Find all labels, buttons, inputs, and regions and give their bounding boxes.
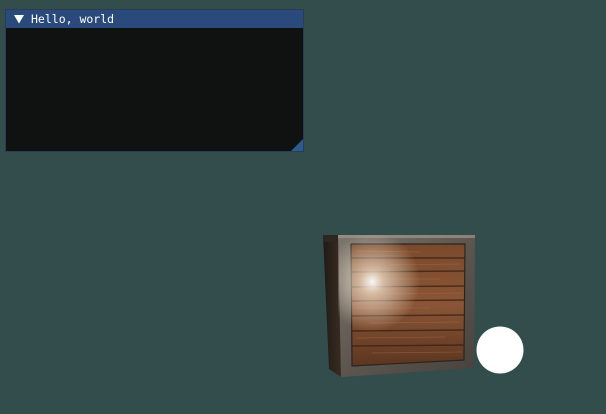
imgui-window[interactable]: Hello, world bbox=[5, 9, 304, 152]
light-sphere bbox=[476, 326, 524, 374]
window-title-bar[interactable]: Hello, world bbox=[6, 10, 303, 28]
crate-specular-highlight bbox=[338, 235, 475, 377]
window-content bbox=[6, 28, 303, 151]
triangle-down-icon[interactable] bbox=[12, 12, 26, 26]
window-title: Hello, world bbox=[31, 12, 115, 26]
render-viewport[interactable]: Hello, world bbox=[0, 0, 606, 414]
wooden-crate bbox=[323, 235, 475, 377]
resize-grip-icon[interactable] bbox=[291, 139, 303, 151]
